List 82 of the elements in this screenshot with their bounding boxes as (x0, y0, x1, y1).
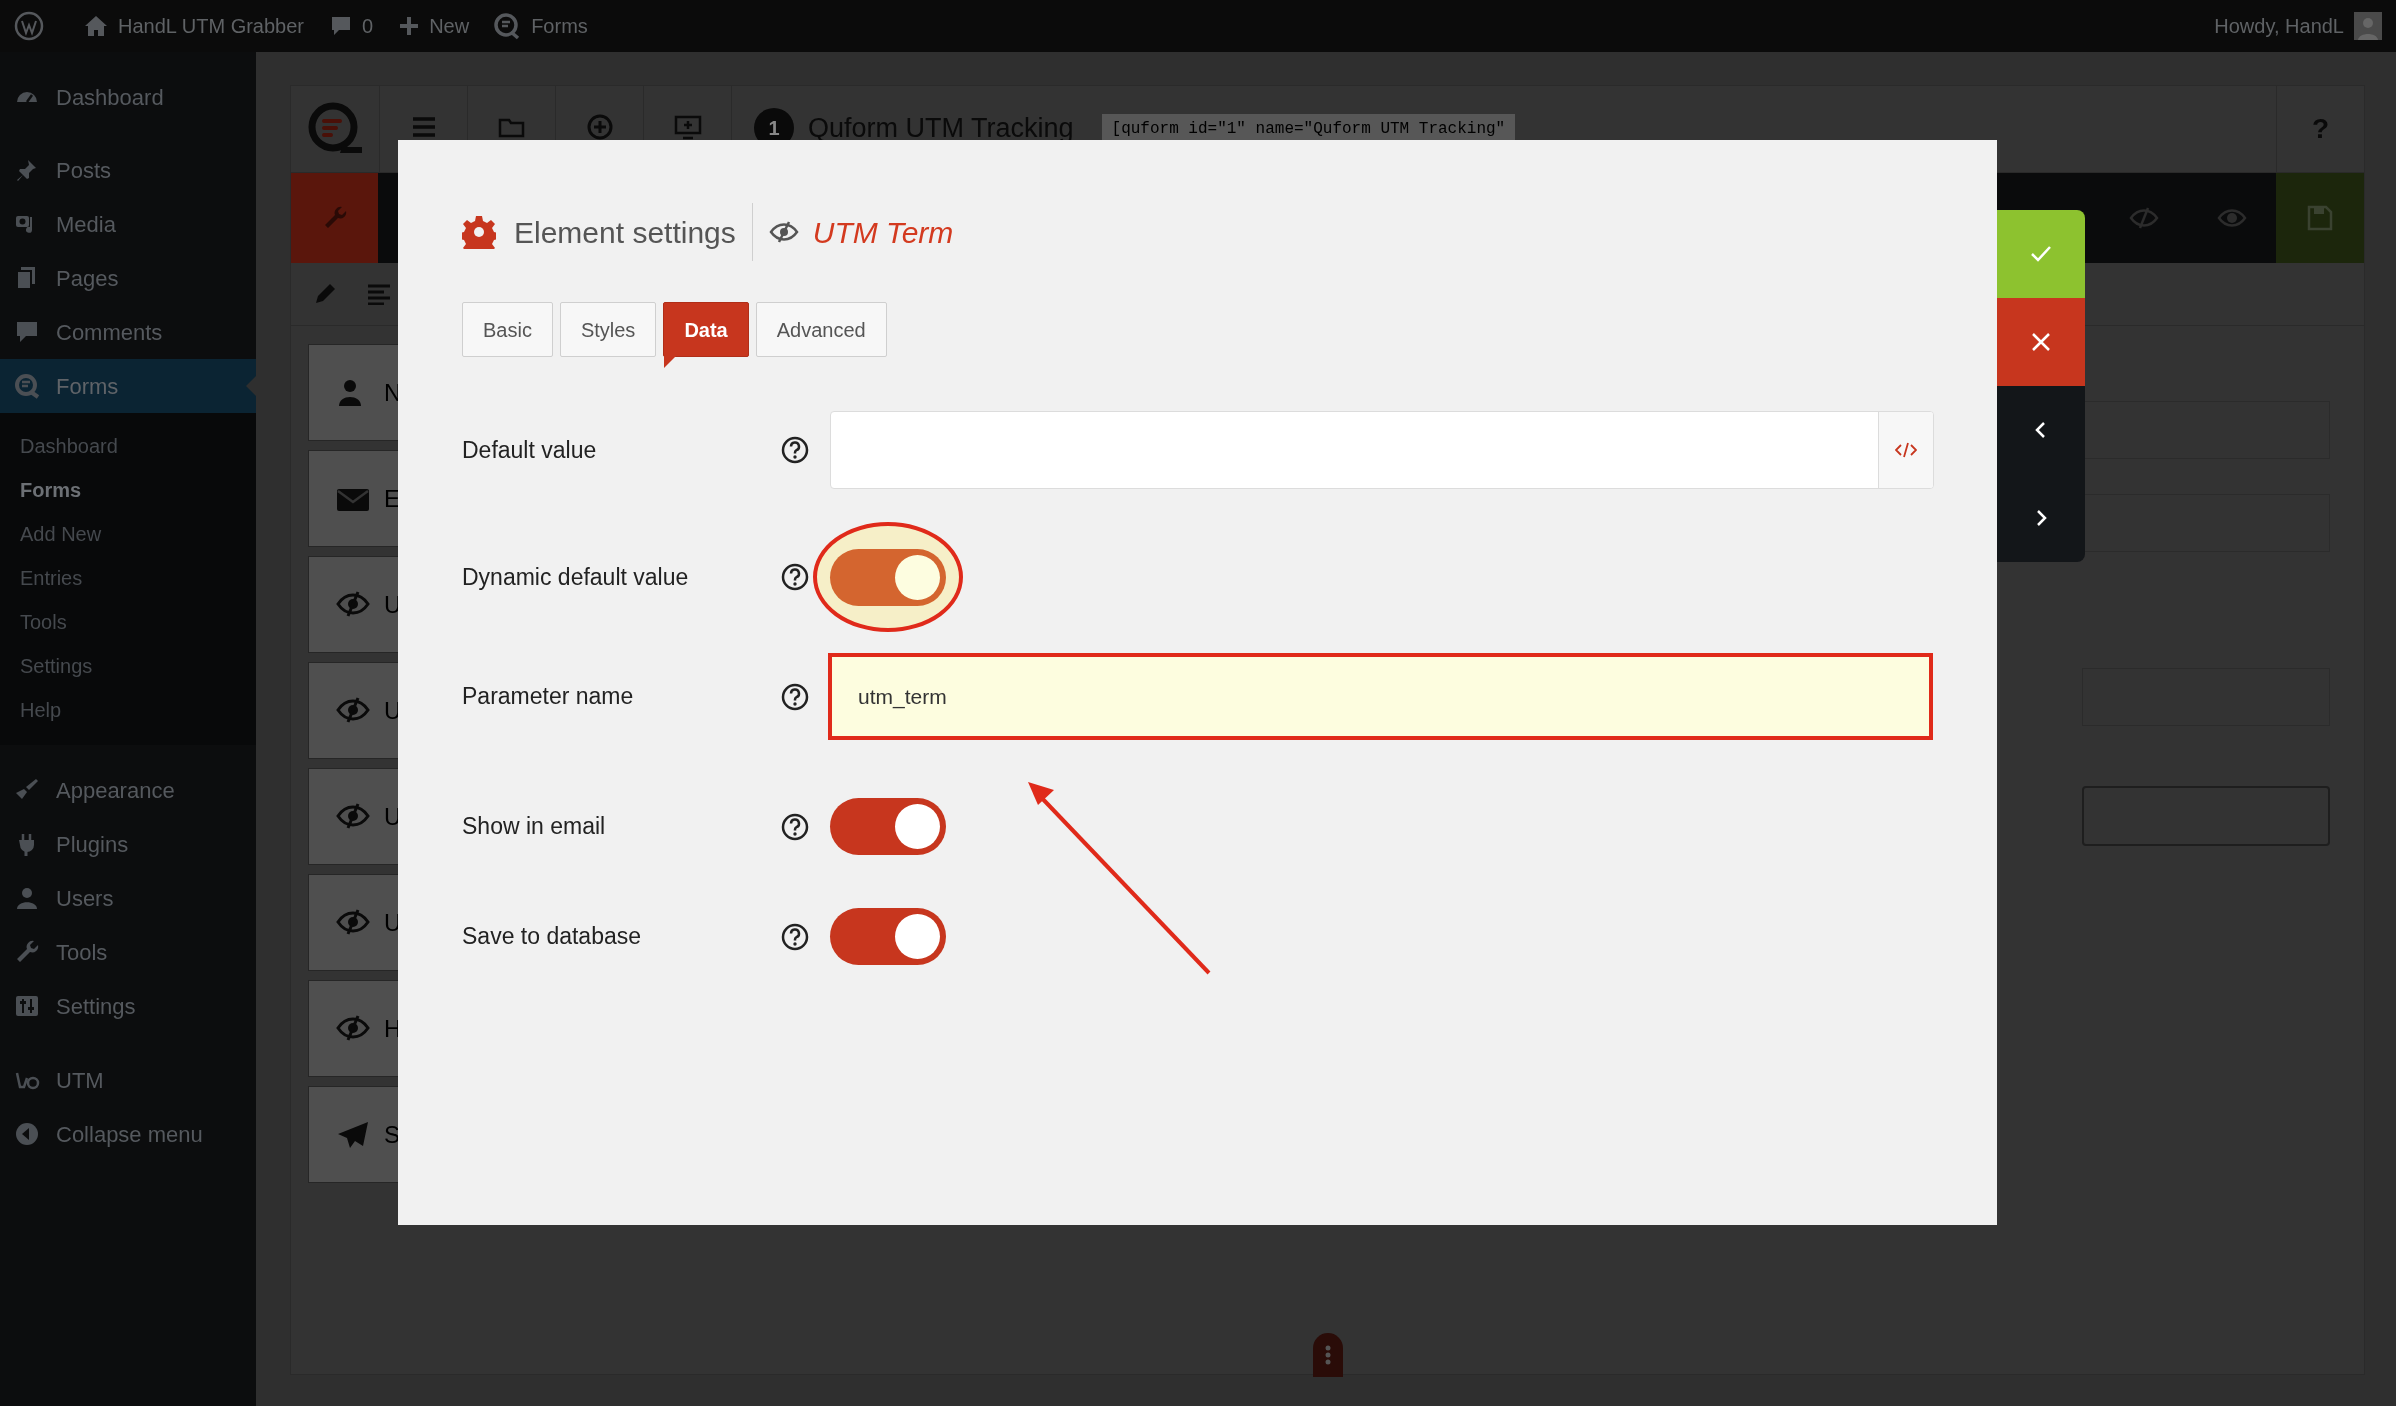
form-element-card[interactable]: S (308, 1086, 399, 1183)
monitor-add-icon[interactable] (673, 113, 702, 141)
sidebar-item[interactable]: Media (0, 197, 256, 251)
next-button[interactable] (1997, 474, 2085, 562)
dialog-title: Element settings (514, 214, 736, 251)
toggle-switch[interactable] (830, 798, 946, 855)
submenu-item[interactable]: Tools (0, 600, 256, 644)
sidebar-item[interactable]: Forms (0, 359, 256, 413)
field-label: Parameter name (462, 682, 635, 712)
pencil-icon[interactable] (313, 282, 337, 306)
wordpress-logo-icon[interactable] (14, 11, 44, 41)
collapse-icon (14, 1121, 40, 1147)
save-icon (2307, 205, 2333, 231)
pointer-icon (246, 376, 256, 396)
align-left-icon[interactable] (367, 283, 391, 305)
tab[interactable]: Styles (559, 302, 657, 357)
element-label: E (384, 483, 399, 514)
scroll-handle-icon[interactable] (1313, 1333, 1343, 1377)
new-link[interactable]: New (429, 11, 470, 41)
sidebar-item[interactable]: Appearance (0, 763, 256, 817)
submenu-item[interactable]: Help (0, 688, 256, 732)
comment-icon (330, 15, 352, 37)
add-circle-icon[interactable] (585, 113, 614, 141)
avatar-icon[interactable] (2354, 12, 2382, 40)
default-value-field[interactable] (830, 411, 1934, 489)
sidebar-item[interactable]: Posts (0, 143, 256, 197)
help-icon[interactable] (780, 811, 810, 842)
help-icon[interactable] (780, 921, 810, 952)
field-label: Dynamic default value (462, 562, 690, 592)
forms-link[interactable]: Forms (531, 11, 588, 41)
tab[interactable]: Advanced (755, 302, 887, 357)
eye-slash-icon[interactable] (2129, 206, 2159, 230)
submenu-item[interactable]: Entries (0, 556, 256, 600)
toggle-switch[interactable] (830, 908, 946, 965)
user-icon (14, 885, 40, 911)
sidebar-item[interactable]: Dashboard (0, 70, 256, 124)
forms-icon (14, 373, 40, 399)
submenu-item[interactable]: Settings (0, 644, 256, 688)
plane-icon (336, 1119, 370, 1150)
close-button[interactable] (1997, 298, 2085, 386)
sidebar-item[interactable]: Collapse menu (0, 1107, 256, 1161)
sidebar-item[interactable]: Pages (0, 251, 256, 305)
tab-pointer-icon (664, 356, 677, 368)
element-label: S (384, 1119, 399, 1150)
save-changes-button[interactable] (1997, 210, 2085, 298)
submenu-item[interactable]: Dashboard (0, 424, 256, 468)
submenu-item[interactable]: Add New (0, 512, 256, 556)
help-icon[interactable] (780, 435, 810, 465)
comment-count[interactable]: 0 (362, 11, 374, 41)
help-icon[interactable] (780, 681, 810, 712)
code-button[interactable] (1878, 412, 1933, 488)
plus-icon (399, 16, 420, 36)
comment-icon (14, 319, 40, 345)
field-label: Save to database (462, 922, 643, 952)
previous-button[interactable] (1997, 386, 2085, 474)
field-label: Show in email (462, 812, 607, 842)
gear-icon (462, 215, 496, 249)
sidebar-item[interactable]: UTM (0, 1053, 256, 1107)
account-link[interactable]: Howdy, HandL (2214, 11, 2344, 41)
help-icon[interactable] (780, 562, 810, 592)
home-icon (84, 15, 108, 37)
element-name: UTM Term (812, 214, 954, 251)
sidebar-item[interactable]: Users (0, 871, 256, 925)
parameter-name-field[interactable]: utm_term (828, 653, 1933, 740)
eye-icon[interactable] (2217, 206, 2247, 230)
settings-tab[interactable] (291, 173, 378, 263)
sliders-icon (14, 993, 40, 1019)
form-element-card[interactable]: E (308, 450, 399, 547)
submenu-item[interactable]: Forms (0, 468, 256, 512)
eye-slash-icon (768, 220, 799, 244)
sidebar-item[interactable]: Comments (0, 305, 256, 359)
toggle-switch[interactable] (830, 548, 946, 606)
site-name-link[interactable]: HandL UTM Grabber (118, 11, 304, 41)
tab[interactable]: Basic (462, 302, 553, 357)
save-button[interactable] (2276, 173, 2364, 263)
forms-logo-icon (493, 12, 522, 40)
sidebar-item[interactable]: Settings (0, 979, 256, 1033)
code-icon (1895, 442, 1917, 458)
sidebar-item[interactable]: Plugins (0, 817, 256, 871)
field-label: Default value (462, 435, 598, 465)
sidebar-item[interactable]: Tools (0, 925, 256, 979)
help-link[interactable]: ? (2311, 108, 2330, 150)
